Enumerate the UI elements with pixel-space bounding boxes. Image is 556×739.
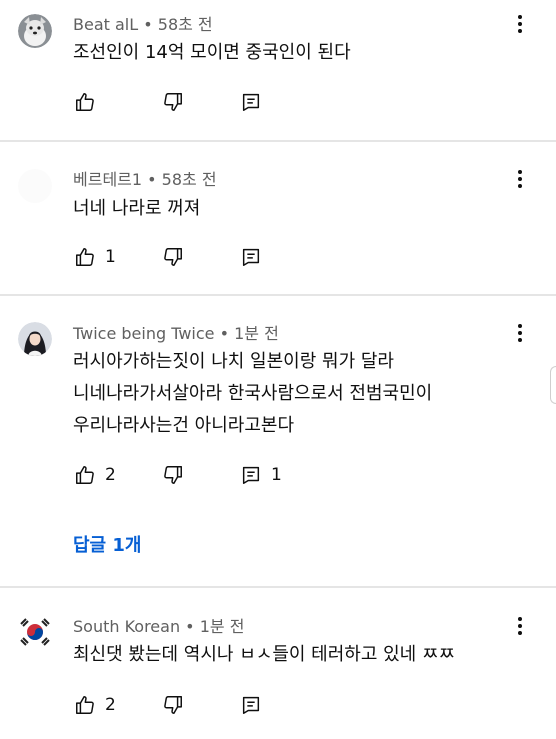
- comment-line: 조선인이 14억 모이면 중국인이 된다: [73, 42, 351, 63]
- like-button[interactable]: [74, 87, 105, 117]
- comment-meta: Beat alL • 58초 전: [73, 11, 213, 35]
- comment-meta: 베르테르1 • 58초 전: [73, 166, 217, 190]
- comment-actions: 2: [70, 690, 370, 720]
- reply-button[interactable]: [240, 87, 271, 117]
- meta-separator: •: [214, 324, 235, 343]
- dislike-button[interactable]: [162, 460, 184, 490]
- more-vert-icon[interactable]: [508, 321, 532, 345]
- more-vert-icon[interactable]: [508, 12, 532, 36]
- comment-reply-icon: [242, 466, 260, 484]
- comment-reply-icon: [242, 93, 260, 111]
- like-button[interactable]: 1: [74, 242, 116, 272]
- avatar-beat-all[interactable]: [18, 14, 52, 48]
- reply-count: 1: [271, 465, 282, 485]
- dislike-button[interactable]: [162, 87, 184, 117]
- comment-time[interactable]: 58초 전: [158, 15, 213, 34]
- avatar-berter[interactable]: [18, 169, 52, 203]
- like-count: 1: [105, 247, 116, 267]
- more-vert-icon[interactable]: [508, 167, 532, 191]
- comment-text: 러시아가하는짓이 나치 일본이랑 뭐가 달라 니네나라가서살아라 한국사람으로서…: [73, 346, 432, 442]
- thumb-up-icon: [76, 466, 94, 484]
- meta-separator: •: [142, 170, 162, 189]
- reply-button[interactable]: [240, 242, 271, 272]
- comment-line: 러시아가하는짓이 나치 일본이랑 뭐가 달라: [73, 351, 394, 372]
- comment-text: 너네 나라로 꺼져: [73, 193, 200, 225]
- author-name[interactable]: 베르테르1: [73, 170, 142, 189]
- comment-reply-icon: [242, 248, 260, 266]
- like-count: 2: [105, 695, 116, 715]
- thumb-down-icon: [164, 93, 182, 111]
- comment-line: 우리나라사는건 아니라고본다: [73, 415, 295, 436]
- comment-actions: 1: [70, 242, 370, 272]
- comment-4: South Korean • 1분 전 최신댓 봤는데 역시나 ㅂㅅ들이 테러하…: [0, 588, 556, 739]
- thumb-up-icon: [76, 696, 94, 714]
- view-replies-link[interactable]: 답글 1개: [73, 531, 141, 557]
- dislike-button[interactable]: [162, 690, 184, 720]
- comment-time[interactable]: 58초 전: [162, 170, 217, 189]
- like-count: 2: [105, 465, 116, 485]
- thumb-down-icon: [164, 466, 182, 484]
- comment-line: 최신댓 봤는데 역시나 ㅂㅅ들이 테러하고 있네 ㅉㅉ: [73, 644, 456, 665]
- comment-meta: Twice being Twice • 1분 전: [73, 320, 279, 344]
- comment-reply-icon: [242, 696, 260, 714]
- comment-2: 베르테르1 • 58초 전 너네 나라로 꺼져 1: [0, 142, 556, 294]
- comment-line: 너네 나라로 꺼져: [73, 198, 201, 219]
- avatar-twice-being-twice[interactable]: [18, 322, 52, 356]
- like-button[interactable]: 2: [74, 460, 116, 490]
- meta-separator: •: [138, 15, 158, 34]
- comment-1: Beat alL • 58초 전 조선인이 14억 모이면 중국인이 된다: [0, 0, 556, 140]
- reply-button[interactable]: [240, 690, 271, 720]
- avatar-south-korean[interactable]: [18, 615, 52, 649]
- like-button[interactable]: 2: [74, 690, 116, 720]
- thumb-up-icon: [76, 93, 94, 111]
- scroll-handle[interactable]: [550, 366, 556, 404]
- thumb-down-icon: [164, 248, 182, 266]
- reply-button[interactable]: 1: [240, 460, 282, 490]
- thumb-down-icon: [164, 696, 182, 714]
- meta-separator: •: [180, 617, 200, 636]
- comment-line: 니네나라가서살아라 한국사람으로서 전범국민이: [73, 383, 433, 404]
- comment-time[interactable]: 1분 전: [200, 617, 245, 636]
- author-name[interactable]: South Korean: [73, 617, 180, 636]
- comment-meta: South Korean • 1분 전: [73, 613, 244, 637]
- author-name[interactable]: Twice being Twice: [73, 324, 215, 343]
- thumb-up-icon: [76, 248, 94, 266]
- comment-actions: 2 1: [70, 460, 370, 490]
- comment-actions: [70, 87, 370, 117]
- comment-text: 최신댓 봤는데 역시나 ㅂㅅ들이 테러하고 있네 ㅉㅉ: [73, 639, 455, 671]
- comment-3: Twice being Twice • 1분 전 러시아가하는짓이 나치 일본이…: [0, 296, 556, 586]
- more-vert-icon[interactable]: [508, 614, 532, 638]
- dislike-button[interactable]: [162, 242, 184, 272]
- comment-time[interactable]: 1분 전: [234, 324, 279, 343]
- comment-text: 조선인이 14억 모이면 중국인이 된다: [73, 37, 351, 69]
- author-name[interactable]: Beat alL: [73, 15, 138, 34]
